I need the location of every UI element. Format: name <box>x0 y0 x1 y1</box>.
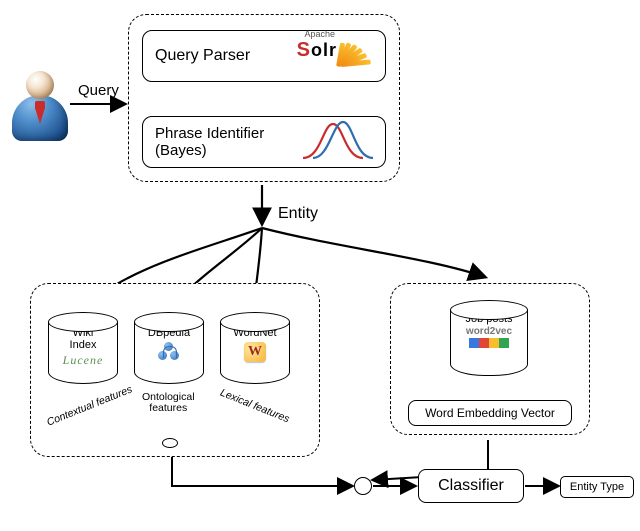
solr-main-text: olr <box>311 40 337 60</box>
lucene-icon: Lucene <box>63 353 104 368</box>
solr-sun-icon <box>341 33 375 67</box>
wordnet-icon: W <box>244 342 266 362</box>
solr-logo: Apache Solr <box>297 33 375 67</box>
bayes-curves-icon <box>299 120 379 162</box>
dbpedia-cylinder: DBpedia <box>134 312 204 384</box>
user-icon <box>10 67 70 147</box>
phrase-identifier-box: Phrase Identifier (Bayes) <box>142 116 386 168</box>
entity-type-box: Entity Type <box>560 476 634 498</box>
query-label: Query <box>78 82 119 99</box>
phrase-identifier-title1: Phrase Identifier <box>155 125 264 142</box>
entity-label: Entity <box>278 205 318 223</box>
wiki-index-cylinder: WikiIndex Lucene <box>48 312 118 384</box>
wordnet-cylinder: WordNet W <box>220 312 290 384</box>
combine-circle-node <box>354 477 372 495</box>
solr-apache-text: Apache <box>304 29 335 39</box>
word-embedding-box: Word Embedding Vector <box>408 400 572 426</box>
word2vec-text: word2vec <box>466 326 512 337</box>
phrase-identifier-title2: (Bayes) <box>155 142 264 159</box>
query-parser-title: Query Parser <box>155 47 250 65</box>
ontological-features-label: Ontologicalfeatures <box>142 392 195 413</box>
dbpedia-icon <box>158 342 180 360</box>
jobposts-cylinder: Job posts word2vec <box>450 300 528 378</box>
google-colors-icon <box>469 338 509 348</box>
query-parser-box: Query Parser Apache Solr <box>142 30 386 82</box>
classifier-box: Classifier <box>418 469 524 503</box>
feature-merge-node <box>162 438 178 448</box>
